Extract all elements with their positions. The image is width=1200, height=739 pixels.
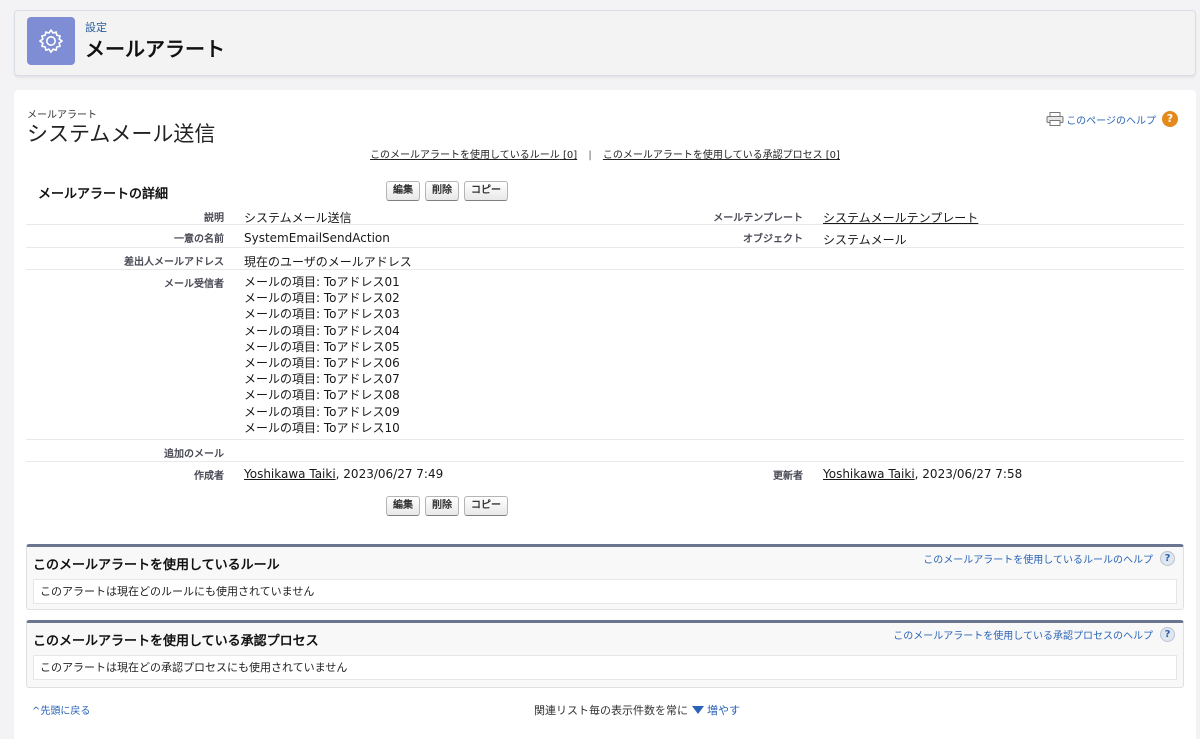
list-item: メールの項目: Toアドレス01: [244, 275, 400, 289]
help-question-icon[interactable]: ?: [1160, 627, 1175, 642]
list-item: メールの項目: Toアドレス02: [244, 291, 400, 306]
page-title: システムメール送信: [27, 122, 216, 146]
edit-button[interactable]: 編集: [386, 496, 420, 516]
approval-processes-link[interactable]: このメールアラートを使用している承認プロセス [0]: [603, 150, 840, 161]
edit-button[interactable]: 編集: [386, 181, 420, 201]
printer-icon[interactable]: [1046, 112, 1064, 126]
created-by-user-link[interactable]: Yoshikawa Taiki: [244, 467, 336, 481]
list-item: メールの項目: Toアドレス04: [244, 323, 400, 338]
detail-row: メール受信者 メールの項目: Toアドレス01 メールの項目: Toアドレス02…: [26, 270, 1184, 440]
setup-header: 設定 メールアラート: [14, 10, 1196, 76]
show-more-footer: 関連リスト毎の表示件数を常に 増やす: [534, 702, 740, 718]
rules-link[interactable]: このメールアラートを使用しているルール [0]: [370, 150, 577, 161]
approval-help-link[interactable]: このメールアラートを使用している承認プロセスのヘルプ ?: [893, 627, 1175, 642]
list-item: メールの項目: Toアドレス09: [244, 404, 400, 419]
object-value: システムメール: [823, 233, 907, 247]
additional-emails-label: 追加のメール: [164, 449, 224, 460]
list-item: メールの項目: Toアドレス03: [244, 307, 400, 322]
detail-row: 差出人メールアドレス 現在のユーザのメールアドレス: [26, 248, 1184, 270]
detail-row: 説明 システムメール送信 メールテンプレート システムメールテンプレート: [26, 202, 1184, 225]
help-question-icon[interactable]: ?: [1162, 111, 1178, 127]
detail-row: 作成者 Yoshikawa Taiki, 2023/06/27 7:49 更新者…: [26, 462, 1184, 488]
main-panel: メールアラート システムメール送信 このページのヘルプ ? このメールアラートを…: [14, 90, 1196, 739]
rules-empty-message: このアラートは現在どのルールにも使用されていません: [33, 579, 1177, 604]
help-question-icon[interactable]: ?: [1160, 551, 1175, 566]
detail-row: 追加のメール: [26, 440, 1184, 462]
delete-button[interactable]: 削除: [425, 181, 459, 201]
description-label: 説明: [204, 213, 224, 224]
related-list-links: このメールアラートを使用しているルール [0] | このメールアラートを使用して…: [14, 146, 1196, 161]
copy-button[interactable]: コピー: [464, 496, 508, 516]
link-separator: |: [588, 150, 592, 161]
delete-button[interactable]: 削除: [425, 496, 459, 516]
page-help-link[interactable]: このページのヘルプ ?: [1046, 109, 1178, 129]
object-label: オブジェクト: [743, 234, 803, 245]
unique-name-label: 一意の名前: [174, 234, 224, 245]
list-item: メールの項目: Toアドレス07: [244, 372, 400, 387]
rules-section-title: このメールアラートを使用しているルール: [33, 558, 280, 573]
sender-value: 現在のユーザのメールアドレス: [244, 255, 412, 269]
sender-label: 差出人メールアドレス: [124, 257, 224, 268]
top-button-row: 編集 削除 コピー: [386, 181, 508, 201]
recipients-list: メールの項目: Toアドレス01 メールの項目: Toアドレス02 メールの項目…: [244, 274, 400, 436]
header-title: メールアラート: [85, 37, 225, 61]
rules-help-link[interactable]: このメールアラートを使用しているルールのヘルプ ?: [923, 551, 1175, 566]
created-by-value: Yoshikawa Taiki, 2023/06/27 7:49: [244, 467, 444, 481]
detail-row: 一意の名前 SystemEmailSendAction オブジェクト システムメ…: [26, 225, 1184, 248]
approval-related-list: このメールアラートを使用している承認プロセス このメールアラートを使用している承…: [26, 620, 1184, 688]
template-link[interactable]: システムメールテンプレート: [823, 209, 978, 226]
description-value: システムメール送信: [244, 211, 352, 225]
created-by-label: 作成者: [194, 471, 224, 482]
detail-section-title: メールアラートの詳細: [38, 187, 169, 202]
detail-table: 説明 システムメール送信 メールテンプレート システムメールテンプレート 一意の…: [26, 202, 1184, 488]
approval-empty-message: このアラートは現在どの承認プロセスにも使用されていません: [33, 655, 1177, 680]
rules-related-list: このメールアラートを使用しているルール このメールアラートを使用しているルールの…: [26, 544, 1184, 610]
modified-by-label: 更新者: [773, 471, 803, 482]
recipients-label: メール受信者: [164, 279, 224, 290]
show-more-prefix: 関連リスト毎の表示件数を常に: [534, 704, 688, 717]
modified-by-user-link[interactable]: Yoshikawa Taiki: [823, 467, 915, 481]
unique-name-value: SystemEmailSendAction: [244, 231, 390, 245]
approval-section-title: このメールアラートを使用している承認プロセス: [33, 634, 319, 649]
page-help-label[interactable]: このページのヘルプ: [1066, 112, 1156, 127]
copy-button[interactable]: コピー: [464, 181, 508, 201]
triangle-down-icon[interactable]: [692, 706, 704, 714]
list-item: メールの項目: Toアドレス10: [244, 420, 400, 435]
modified-by-value: Yoshikawa Taiki, 2023/06/27 7:58: [823, 467, 1023, 481]
bottom-button-row: 編集 削除 コピー: [386, 496, 508, 516]
list-item: メールの項目: Toアドレス05: [244, 339, 400, 354]
setup-gear-icon: [27, 17, 75, 65]
show-more-link[interactable]: 増やす: [707, 704, 740, 717]
list-item: メールの項目: Toアドレス06: [244, 356, 400, 371]
back-to-top-link[interactable]: ^先頭に戻る: [32, 702, 90, 717]
list-item: メールの項目: Toアドレス08: [244, 388, 400, 403]
template-label: メールテンプレート: [713, 213, 803, 224]
